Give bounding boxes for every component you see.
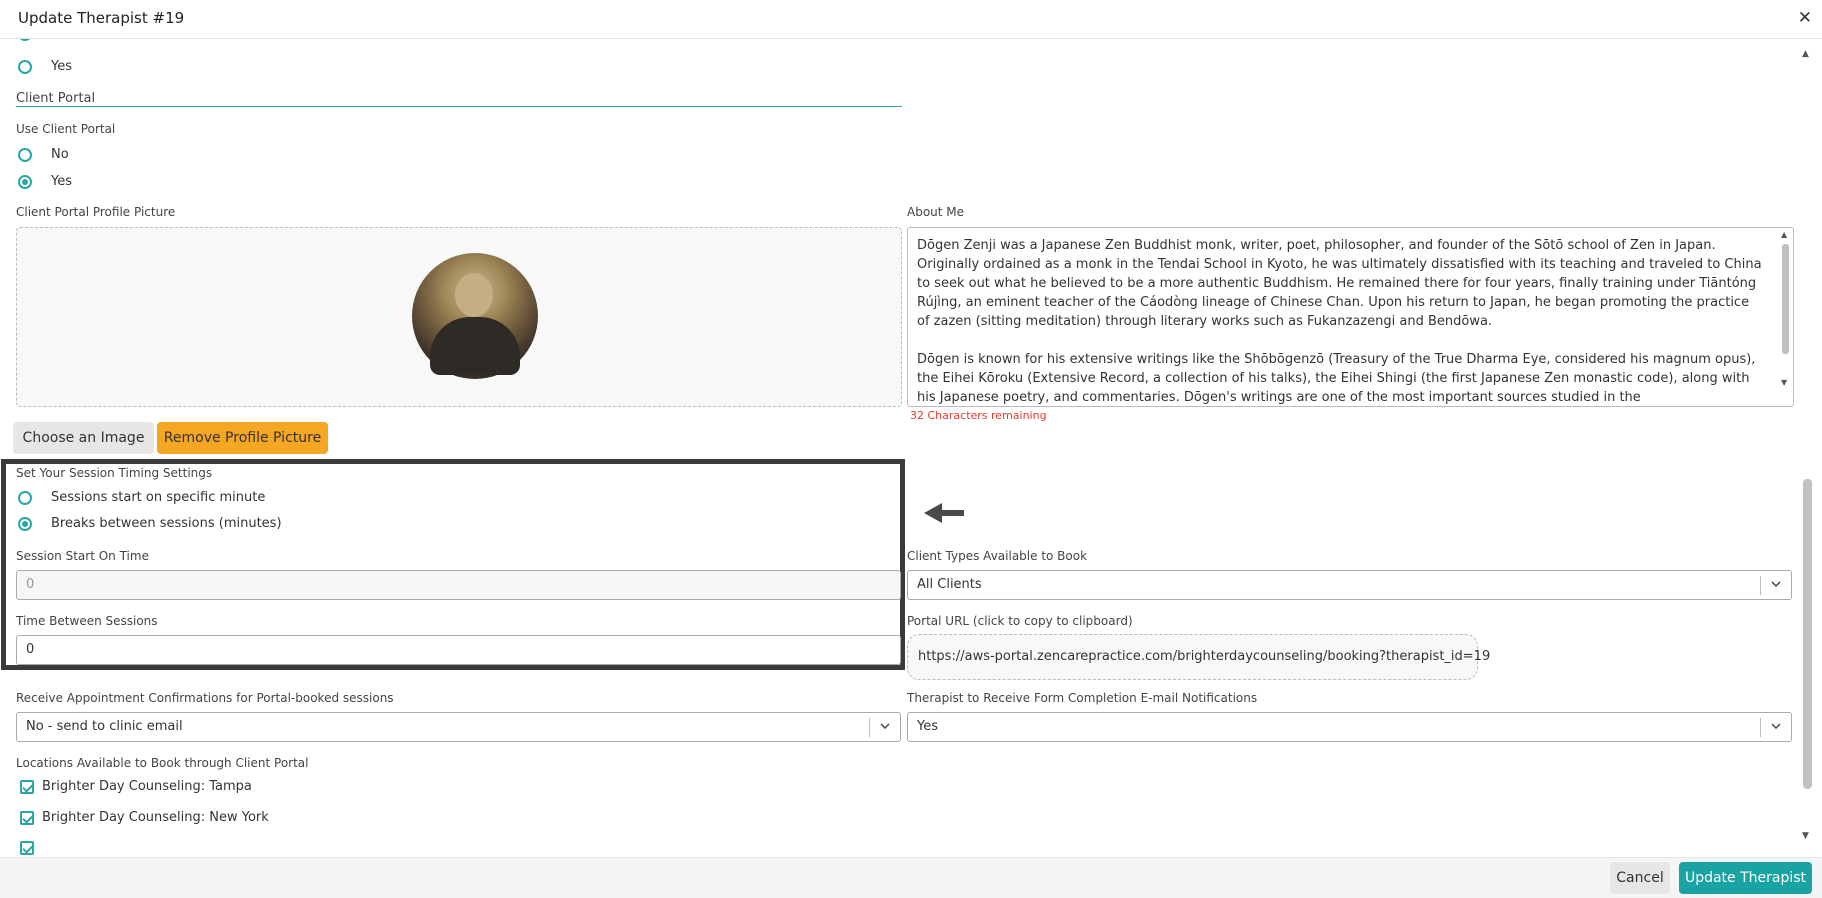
option-label: Yes (51, 59, 72, 74)
page-scrollbar[interactable]: ▲ ▼ (1800, 39, 1814, 857)
modal-header: Update Therapist #19 ✕ (0, 0, 1822, 39)
radio-selected-icon (18, 516, 32, 531)
profile-picture-dropzone[interactable] (16, 227, 902, 407)
choose-image-button[interactable]: Choose an Image (13, 422, 154, 454)
about-me-text: Dōgen Zenji was a Japanese Zen Buddhist … (917, 238, 1762, 405)
radio-icon (18, 490, 32, 505)
use-client-portal-no[interactable]: No (18, 147, 69, 162)
radio-icon (18, 39, 32, 41)
radio-icon (18, 59, 32, 74)
portal-url-label: Portal URL (click to copy to clipboard) (907, 614, 1133, 628)
use-client-portal-label: Use Client Portal (16, 122, 116, 136)
scroll-down-icon[interactable]: ▼ (1802, 831, 1809, 841)
chevron-down-icon[interactable] (878, 719, 892, 733)
location-next-checkbox[interactable] (20, 841, 42, 855)
section-divider (16, 106, 902, 107)
client-portal-section-title: Client Portal (16, 91, 96, 106)
checkbox-checked-icon (20, 779, 34, 794)
location-label: Brighter Day Counseling: Tampa (42, 779, 252, 794)
appointment-confirmations-label: Receive Appointment Confirmations for Po… (16, 691, 394, 705)
previous-yes-option[interactable]: Yes (18, 59, 72, 74)
option-label: Sessions start on specific minute (51, 490, 266, 505)
radio-icon (18, 147, 32, 162)
about-me-label: About Me (907, 205, 965, 219)
location-new-york-checkbox[interactable]: Brighter Day Counseling: New York (20, 810, 269, 825)
option-label: Yes (51, 174, 72, 189)
checkbox-checked-icon (20, 841, 34, 855)
page-scrollbar-thumb[interactable] (1803, 479, 1812, 789)
select-value: All Clients (917, 577, 982, 592)
remove-picture-button[interactable]: Remove Profile Picture (157, 422, 328, 454)
scroll-up-icon[interactable]: ▲ (1781, 230, 1787, 239)
select-value: Yes (917, 719, 938, 734)
select-separator (1760, 718, 1761, 737)
select-value: No - send to clinic email (26, 719, 183, 734)
select-separator (1760, 576, 1761, 595)
form-notifications-label: Therapist to Receive Form Completion E-m… (907, 691, 1258, 705)
client-types-label: Client Types Available to Book (907, 549, 1088, 563)
client-types-select[interactable]: All Clients (907, 570, 1792, 600)
profile-avatar (412, 253, 538, 379)
time-between-input[interactable]: 0 (16, 635, 901, 665)
radio-selected-icon (18, 174, 32, 189)
locations-label: Locations Available to Book through Clie… (16, 756, 309, 770)
use-client-portal-yes[interactable]: Yes (18, 174, 72, 189)
option-label: Breaks between sessions (minutes) (51, 516, 282, 531)
portal-url-copy[interactable]: https://aws-portal.zencarepractice.com/b… (907, 634, 1490, 680)
portal-url-text: https://aws-portal.zencarepractice.com/b… (918, 649, 1491, 664)
sessions-specific-minute-option[interactable]: Sessions start on specific minute (18, 490, 265, 505)
textarea-scrollbar[interactable]: ▲ ▼ (1780, 230, 1791, 402)
scroll-down-icon[interactable]: ▼ (1781, 378, 1787, 387)
modal-body: Yes Client Portal Use Client Portal No Y… (0, 39, 1800, 857)
location-tampa-checkbox[interactable]: Brighter Day Counseling: Tampa (20, 779, 252, 794)
modal-title: Update Therapist #19 (18, 9, 185, 27)
about-me-textarea[interactable]: Dōgen Zenji was a Japanese Zen Buddhist … (907, 227, 1794, 407)
arrow-left-icon (924, 503, 964, 523)
breaks-between-sessions-option[interactable]: Breaks between sessions (minutes) (18, 516, 282, 531)
session-start-input[interactable]: 0 (16, 570, 901, 600)
close-icon[interactable]: ✕ (1798, 8, 1812, 28)
checkbox-checked-icon (20, 810, 34, 825)
session-start-label: Session Start On Time (16, 549, 149, 563)
scroll-up-icon[interactable]: ▲ (1802, 49, 1809, 59)
appointment-confirmations-select[interactable]: No - send to clinic email (16, 712, 901, 742)
update-therapist-button[interactable]: Update Therapist (1679, 862, 1812, 894)
session-timing-label: Set Your Session Timing Settings (16, 466, 213, 480)
modal-footer: Cancel Update Therapist (0, 857, 1822, 898)
previous-radio-hidden[interactable] (18, 39, 51, 41)
scrollbar-thumb[interactable] (1782, 244, 1789, 354)
select-separator (869, 718, 870, 737)
chars-remaining: 32 Characters remaining (910, 409, 1047, 422)
chevron-down-icon[interactable] (1769, 577, 1783, 591)
time-between-label: Time Between Sessions (16, 614, 158, 628)
cancel-button[interactable]: Cancel (1610, 862, 1670, 894)
option-label: No (51, 147, 69, 162)
profile-picture-label: Client Portal Profile Picture (16, 205, 176, 219)
form-notifications-select[interactable]: Yes (907, 712, 1792, 742)
chevron-down-icon[interactable] (1769, 719, 1783, 733)
location-label: Brighter Day Counseling: New York (42, 810, 269, 825)
